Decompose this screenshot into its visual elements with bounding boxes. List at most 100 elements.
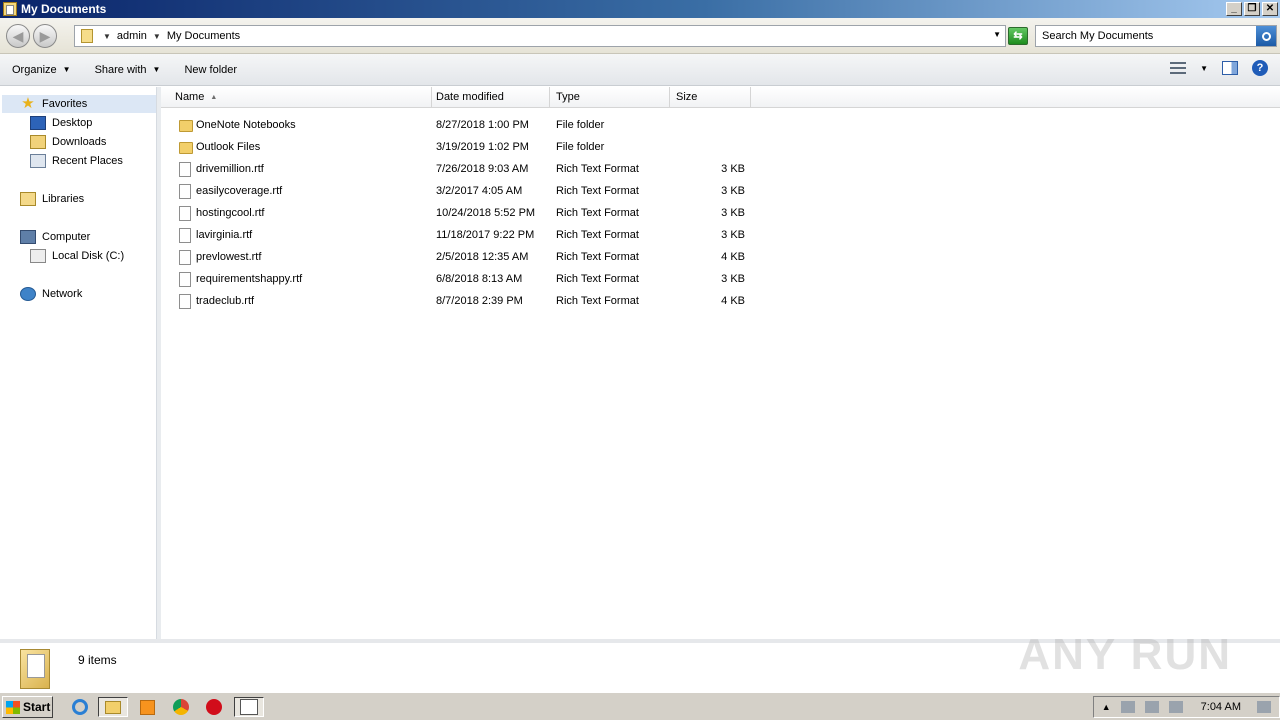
nav-libraries[interactable]: Libraries	[20, 190, 84, 208]
nav-network[interactable]: Network	[20, 285, 82, 303]
file-date-modified: 3/2/2017 4:05 AM	[436, 185, 523, 197]
start-button[interactable]: Start	[2, 696, 53, 718]
change-view-icon[interactable]	[1170, 62, 1187, 74]
breadcrumb-my-documents[interactable]: My Documents	[167, 30, 240, 42]
nav-desktop[interactable]: Desktop	[30, 114, 92, 132]
file-date-modified: 2/5/2018 12:35 AM	[436, 251, 529, 263]
system-tray: ▲ 7:04 AM	[1092, 696, 1280, 718]
file-name: requirementshappy.rtf	[196, 273, 303, 285]
nav-local-disk[interactable]: Local Disk (C:)	[30, 247, 124, 265]
opera-icon	[206, 699, 222, 715]
taskbar-internet-explorer[interactable]	[69, 697, 91, 717]
nav-label: Local Disk (C:)	[52, 250, 125, 262]
column-size[interactable]: Size	[670, 87, 751, 108]
forward-button[interactable]: ▶	[33, 24, 57, 48]
close-button[interactable]: ✕	[1262, 2, 1278, 16]
column-type[interactable]: Type	[550, 87, 670, 108]
volume-icon[interactable]	[1144, 701, 1159, 713]
file-name: lavirginia.rtf	[196, 229, 253, 241]
folder-icon	[179, 120, 193, 132]
address-history-dropdown[interactable]: ▼	[993, 30, 1001, 39]
file-row[interactable]: OneNote Notebooks 8/27/2018 1:00 PM File f…	[161, 114, 761, 136]
taskbar-chrome[interactable]	[170, 697, 192, 717]
search-box[interactable]	[1035, 25, 1277, 47]
search-input[interactable]	[1036, 27, 1256, 45]
computer-icon	[20, 230, 36, 244]
preview-pane-icon[interactable]	[1222, 61, 1238, 75]
column-label: Date modified	[436, 91, 504, 103]
file-row[interactable]: Outlook Files 3/19/2019 1:02 PM File folde…	[161, 136, 761, 158]
file-size: 4 KB	[721, 251, 745, 263]
file-name: drivemillion.rtf	[196, 163, 264, 175]
nav-computer[interactable]: Computer	[20, 228, 90, 246]
new-folder-label: New folder	[184, 63, 238, 76]
watermark: ANY RUN	[1018, 630, 1232, 679]
refresh-button[interactable]: ⇆	[1008, 27, 1028, 45]
document-icon	[179, 250, 191, 265]
file-type: Rich Text Format	[556, 295, 639, 307]
chevron-down-icon[interactable]: ▼	[103, 32, 111, 41]
file-name: tradeclub.rtf	[196, 295, 255, 307]
file-type: Rich Text Format	[556, 207, 639, 219]
chevron-down-icon[interactable]: ▼	[1200, 64, 1208, 73]
file-name: OneNote Notebooks	[196, 119, 296, 131]
new-folder-button[interactable]: New folder	[172, 58, 249, 82]
clock[interactable]: 7:04 AM	[1201, 701, 1241, 713]
file-name: Outlook Files	[196, 141, 261, 153]
file-row[interactable]: prevlowest.rtf 2/5/2018 12:35 AM Rich Text…	[161, 246, 761, 268]
file-date-modified: 3/19/2019 1:02 PM	[436, 141, 529, 153]
address-row: ◀ ▶ ▼ admin ▼ My Documents ▼ ⇆	[0, 18, 1280, 54]
network-status-icon[interactable]	[1120, 701, 1135, 713]
desktop-icon	[30, 116, 46, 130]
file-type: File folder	[556, 141, 605, 153]
restore-button[interactable]: ❐	[1244, 2, 1260, 16]
action-center-flag-icon[interactable]	[1168, 701, 1183, 713]
minimize-button[interactable]: _	[1226, 2, 1242, 16]
share-with-label: Share with	[94, 63, 147, 76]
document-icon	[179, 228, 191, 243]
taskbar-media-player[interactable]	[136, 697, 158, 717]
file-type: Rich Text Format	[556, 163, 639, 175]
taskbar-opera[interactable]	[203, 697, 225, 717]
arrow-left-icon: ◀	[12, 27, 24, 44]
file-type: Rich Text Format	[556, 185, 639, 197]
refresh-icon: ⇆	[1013, 30, 1023, 42]
organize-label: Organize	[12, 63, 57, 76]
file-date-modified: 7/26/2018 9:03 AM	[436, 163, 529, 175]
chevron-down-icon[interactable]: ▼	[153, 32, 161, 41]
nav-label: Libraries	[42, 193, 85, 205]
show-desktop-icon[interactable]	[1257, 701, 1271, 713]
back-button[interactable]: ◀	[6, 24, 30, 48]
file-row[interactable]: lavirginia.rtf 11/18/2017 9:22 PM Rich Tex…	[161, 224, 761, 246]
taskbar-app[interactable]	[234, 697, 264, 717]
windows-logo-icon	[6, 700, 20, 714]
document-icon	[179, 272, 191, 287]
nav-downloads[interactable]: Downloads	[30, 133, 106, 151]
internet-explorer-icon	[72, 699, 88, 715]
search-icon	[1261, 31, 1271, 41]
file-name: easilycoverage.rtf	[196, 185, 283, 197]
column-name[interactable]: Name ▲	[169, 87, 432, 108]
taskbar-windows-explorer[interactable]	[98, 697, 128, 717]
nav-favorites[interactable]: ★ Favorites	[2, 95, 156, 113]
hard-drive-icon	[30, 249, 46, 263]
file-row[interactable]: drivemillion.rtf 7/26/2018 9:03 AM Rich Te…	[161, 158, 761, 180]
file-row[interactable]: easilycoverage.rtf 3/2/2017 4:05 AM Rich T…	[161, 180, 761, 202]
file-row[interactable]: requirementshappy.rtf 6/8/2018 8:13 AM Ric…	[161, 268, 761, 290]
search-button[interactable]	[1256, 26, 1276, 46]
column-date-modified[interactable]: Date modified	[430, 87, 550, 108]
organize-button[interactable]: Organize ▼	[0, 58, 83, 82]
nav-label: Desktop	[52, 117, 93, 129]
file-row[interactable]: tradeclub.rtf 8/7/2018 2:39 PM Rich Text F…	[161, 290, 761, 312]
media-player-icon	[139, 699, 155, 715]
file-row[interactable]: hostingcool.rtf 10/24/2018 5:52 PM Rich Te…	[161, 202, 761, 224]
show-hidden-icons-icon[interactable]: ▲	[1102, 702, 1111, 712]
address-bar[interactable]: ▼ admin ▼ My Documents ▼	[74, 25, 1006, 47]
file-type: Rich Text Format	[556, 229, 639, 241]
breadcrumb-admin[interactable]: admin	[117, 30, 147, 42]
document-icon	[179, 184, 191, 199]
file-type: Rich Text Format	[556, 273, 639, 285]
nav-recent-places[interactable]: Recent Places	[30, 152, 123, 170]
help-icon[interactable]: ?	[1252, 60, 1268, 76]
share-with-button[interactable]: Share with ▼	[83, 58, 173, 82]
